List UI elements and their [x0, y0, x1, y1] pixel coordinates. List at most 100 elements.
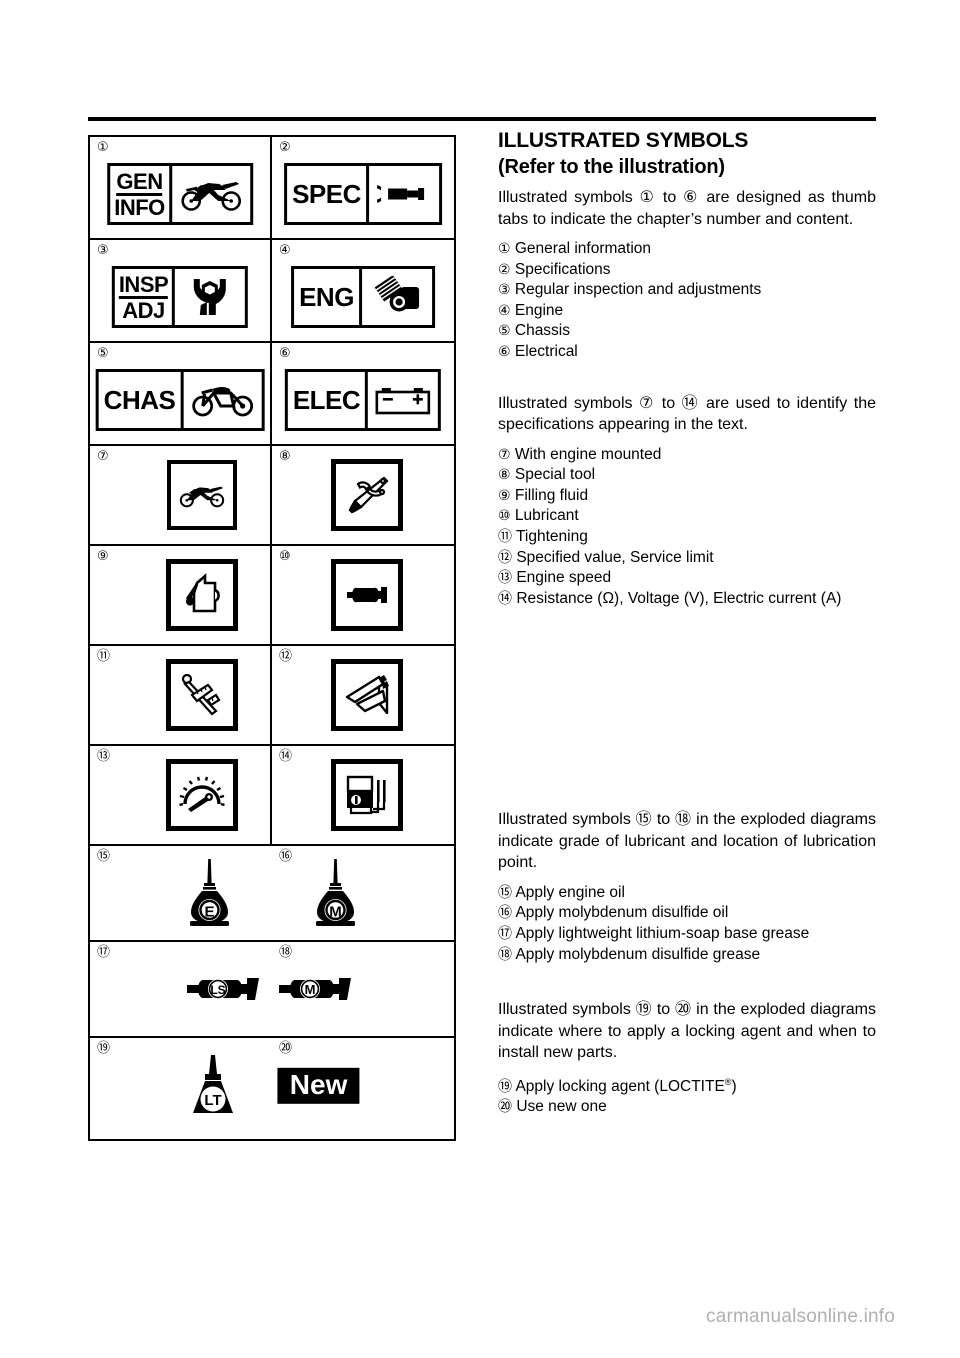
list-marker: ⑨: [498, 487, 511, 504]
battery-icon: [368, 372, 438, 428]
header-rule: [88, 117, 876, 121]
symbol-marker: ⑫: [279, 649, 293, 664]
thumb-tab-elec: ELEC: [284, 369, 442, 431]
list-text: Apply molybdenum disulfide grease: [515, 945, 761, 963]
torque-wrench-icon: [165, 659, 238, 731]
list-item: ⑤ Chassis: [498, 321, 876, 342]
list-text: Apply lightweight lithium-soap base grea…: [515, 925, 810, 942]
thumb-tab-label-line-2: ADJ: [122, 297, 165, 323]
list-item: ⑰ Apply lightweight lithium-soap base gr…: [498, 924, 876, 945]
special-tool-icon: [330, 459, 403, 531]
motorcycle-engine-mounted-icon: [166, 460, 237, 530]
list-marker: ⑮: [498, 884, 512, 901]
list-text: Special tool: [514, 466, 596, 484]
symbol-marker: ⑳: [279, 1041, 293, 1056]
thumb-tab-label-line-2: INFO: [114, 194, 165, 220]
symbol-marker: ⑬: [97, 749, 111, 764]
list-text: Apply locking agent (LOCTITE: [515, 1077, 725, 1095]
grid-row: ⑤ CHAS ⑥ ELEC: [90, 343, 454, 446]
symbol-list-4: ⑲ Apply locking agent (LOCTITE®) ⑳ Use n…: [498, 1073, 876, 1118]
list-item: ⑩ Lubricant: [498, 506, 876, 527]
oil-bottle-icon-e: E: [185, 857, 233, 929]
wrench-nut-icon: [175, 269, 245, 325]
list-marker: ⑱: [498, 946, 512, 963]
thumb-tab-label: INSP ADJ: [115, 269, 176, 325]
list-item: ④ Engine: [498, 301, 876, 322]
paragraph-3: Illustrated symbols ⑮ to ⑱ in the explod…: [498, 811, 876, 872]
symbol-cell-1: ① GEN INFO: [90, 137, 272, 238]
list-text: Use new one: [516, 1098, 607, 1116]
list-item: ⑳ Use new one: [498, 1097, 876, 1118]
symbol-marker: ②: [279, 140, 291, 155]
vernier-caliper-icon: [330, 659, 403, 731]
list-text: Resistance (Ω), Voltage (V), Electric cu…: [516, 589, 842, 607]
thumb-tab-chas: CHAS: [95, 369, 265, 431]
oil-bottle-code: M: [330, 904, 343, 921]
list-text-end: ): [731, 1077, 737, 1095]
symbol-marker: ⑤: [97, 346, 109, 361]
grid-row: ⑪ ⑫: [90, 646, 454, 746]
symbol-cell-6: ⑥ ELEC: [272, 343, 454, 444]
thumb-tab-label-line-1: INSP: [118, 271, 169, 299]
symbol-list-3: ⑮ Apply engine oil ⑯ Apply molybdenum di…: [498, 883, 876, 965]
list-marker: ⑧: [498, 467, 511, 484]
list-marker: ⑭: [498, 590, 512, 607]
list-text: Chassis: [514, 322, 571, 340]
list-marker: ⑬: [498, 570, 512, 587]
text-column: ILLUSTRATED SYMBOLS (Refer to the illust…: [498, 128, 876, 1118]
list-item: ① General information: [498, 239, 876, 260]
list-text: Lubricant: [514, 507, 579, 525]
list-text: Apply engine oil: [515, 883, 625, 901]
oil-can-drop-icon: [165, 559, 238, 631]
grease-gun-icon-ls: LS: [185, 969, 267, 1009]
tachometer-gauge-icon: [165, 759, 238, 831]
list-item: ⑮ Apply engine oil: [498, 883, 876, 904]
list-text: Regular inspection and adjustments: [514, 281, 762, 299]
thumb-tab-label-line-1: GEN: [116, 168, 163, 196]
list-item: ③ Regular inspection and adjustments: [498, 280, 876, 301]
grease-gun-code: M: [305, 982, 316, 997]
symbol-marker: ⑲: [97, 1041, 111, 1056]
micrometer-icon: [369, 166, 439, 222]
list-item: ② Specifications: [498, 260, 876, 281]
symbol-marker: ③: [97, 243, 109, 258]
list-text: Electrical: [514, 342, 578, 360]
symbol-cell-15-16: ⑮ ⑯ E M: [90, 846, 454, 940]
grid-row: ⑦ ⑧: [90, 446, 454, 546]
symbol-cell-2: ② SPEC: [272, 137, 454, 238]
motorcycle-offroad-icon: [172, 166, 250, 222]
page-subtitle: (Refer to the illustration): [498, 156, 725, 178]
symbol-cell-9: ⑨: [90, 546, 272, 644]
list-marker: ⑤: [498, 323, 511, 340]
grid-row: ⑬ ⑭: [90, 746, 454, 846]
grease-gun-icon-m: M: [277, 969, 359, 1009]
list-marker: ⑰: [498, 926, 512, 942]
symbol-cell-7: ⑦: [90, 446, 272, 544]
symbol-marker: ⑦: [97, 449, 109, 464]
list-marker: ②: [498, 261, 511, 278]
paragraph-4: Illustrated symbols ⑲ to ⑳ in the explod…: [498, 1001, 876, 1062]
list-text: General information: [514, 240, 651, 257]
symbol-marker: ④: [279, 243, 291, 258]
list-marker: ⑦: [498, 446, 511, 463]
piston-crank-icon: [362, 269, 432, 325]
list-item: ⑱ Apply molybdenum disulfide grease: [498, 945, 876, 966]
new-part-text: New: [277, 1067, 360, 1105]
symbol-cell-4: ④ ENG: [272, 240, 454, 341]
symbol-marker: ⑥: [279, 346, 291, 361]
oil-bottle-code: E: [204, 904, 214, 921]
symbol-cell-10: ⑩: [272, 546, 454, 644]
thumb-tab-label: CHAS: [99, 372, 184, 428]
list-item: ⑬ Engine speed: [498, 568, 876, 589]
grease-gun-code: LS: [210, 983, 225, 997]
thumb-tab-eng: ENG: [291, 266, 435, 328]
symbol-cell-17-18: ⑰ ⑱ LS M: [90, 942, 454, 1036]
locking-agent-bottle-icon: LT: [185, 1052, 241, 1120]
new-part-label: New: [277, 1067, 360, 1105]
symbol-marker: ⑰: [97, 945, 111, 960]
grid-row: ⑰ ⑱ LS M: [90, 942, 454, 1038]
list-marker: ⑥: [498, 343, 511, 360]
symbol-marker: ⑧: [279, 449, 291, 464]
